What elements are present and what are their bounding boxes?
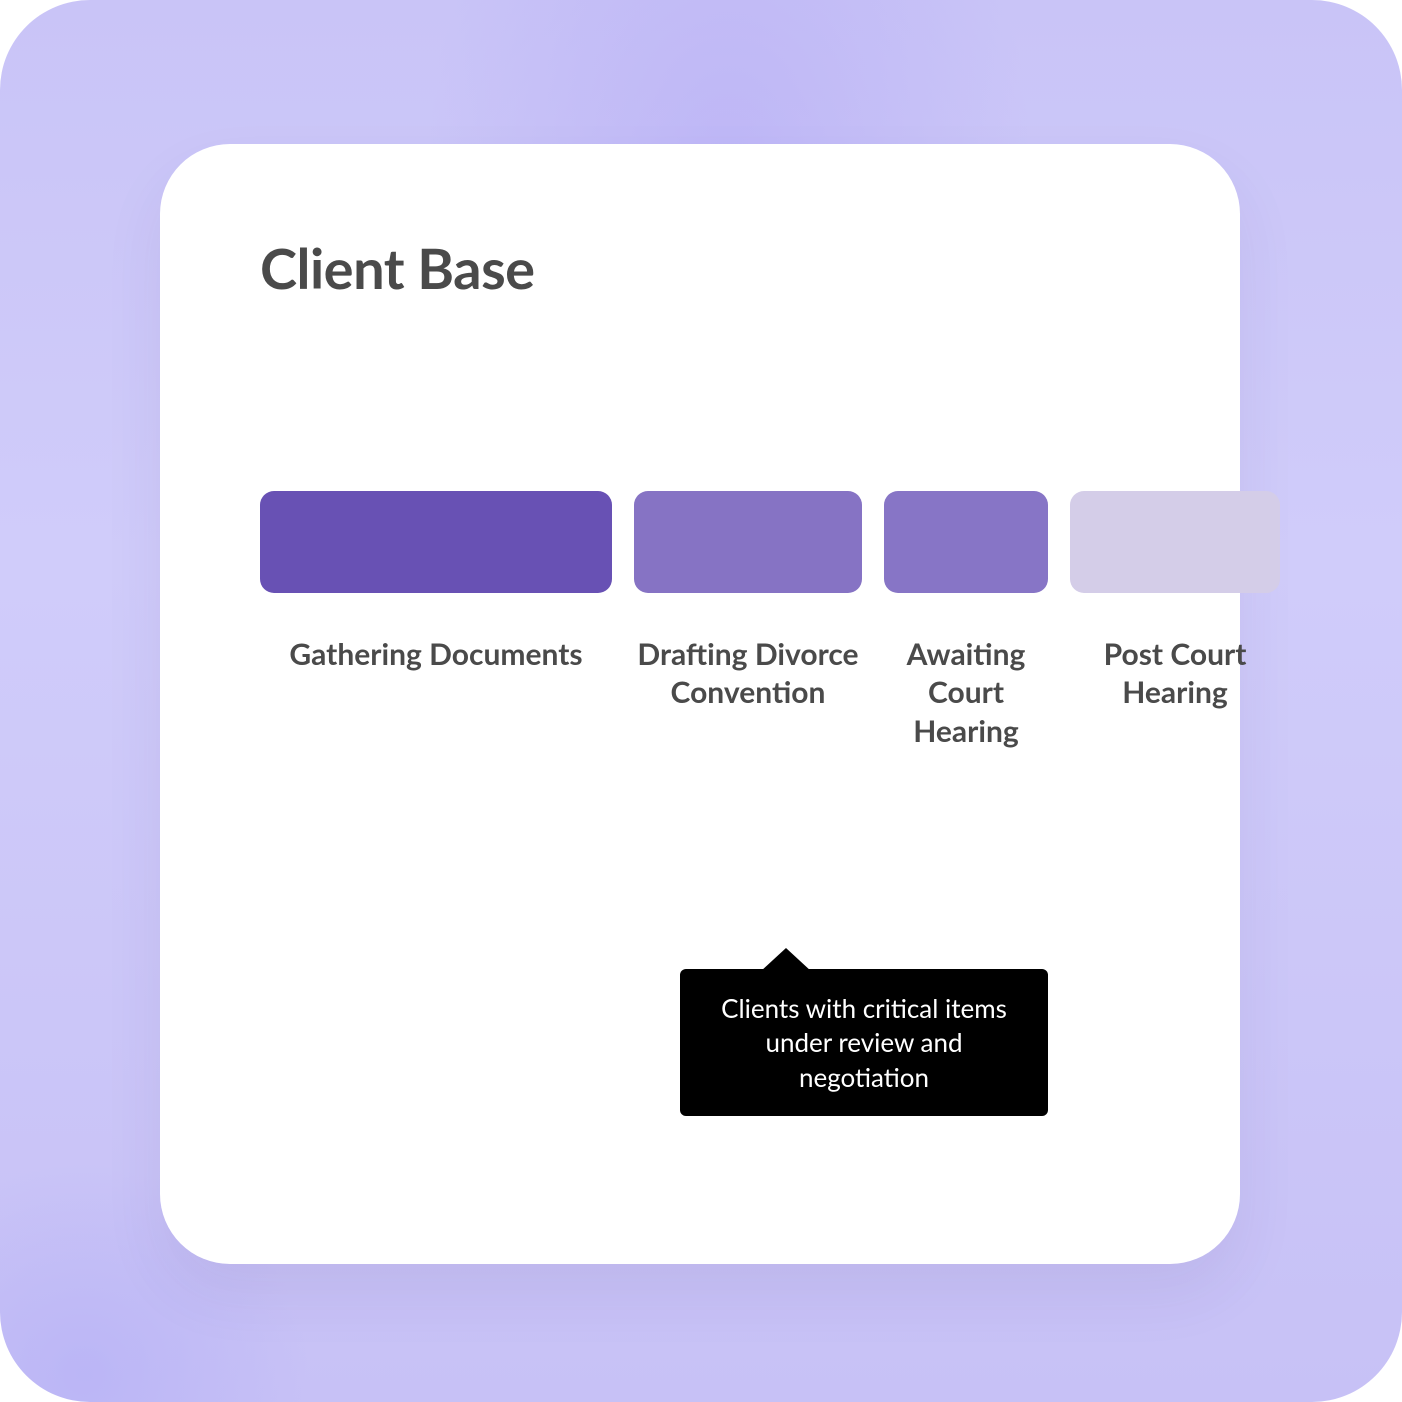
chart-labels-row: Gathering Documents Drafting Divorce Con… (260, 635, 1280, 750)
chart-bars-row (260, 491, 1280, 593)
segment-bar-drafting-divorce[interactable] (634, 491, 862, 593)
segment-label-post-court-hearing: Post Court Hearing (1070, 635, 1280, 712)
page-background: Client Base Gathering Documents Drafting… (0, 0, 1402, 1402)
client-base-card: Client Base Gathering Documents Drafting… (160, 144, 1240, 1264)
client-base-chart: Gathering Documents Drafting Divorce Con… (260, 491, 1280, 750)
segment-bar-gathering-documents[interactable] (260, 491, 612, 593)
card-title: Client Base (260, 234, 1180, 301)
segment-bar-awaiting-court-hearing[interactable] (884, 491, 1048, 593)
segment-label-drafting-divorce: Drafting Divorce Convention (634, 635, 862, 712)
segment-bar-post-court-hearing[interactable] (1070, 491, 1280, 593)
tooltip-container: Clients with critical items under review… (680, 969, 1048, 1116)
segment-label-gathering-documents: Gathering Documents (260, 635, 612, 673)
segment-tooltip: Clients with critical items under review… (680, 969, 1048, 1116)
segment-label-awaiting-court-hearing: Awaiting Court Hearing (884, 635, 1048, 750)
